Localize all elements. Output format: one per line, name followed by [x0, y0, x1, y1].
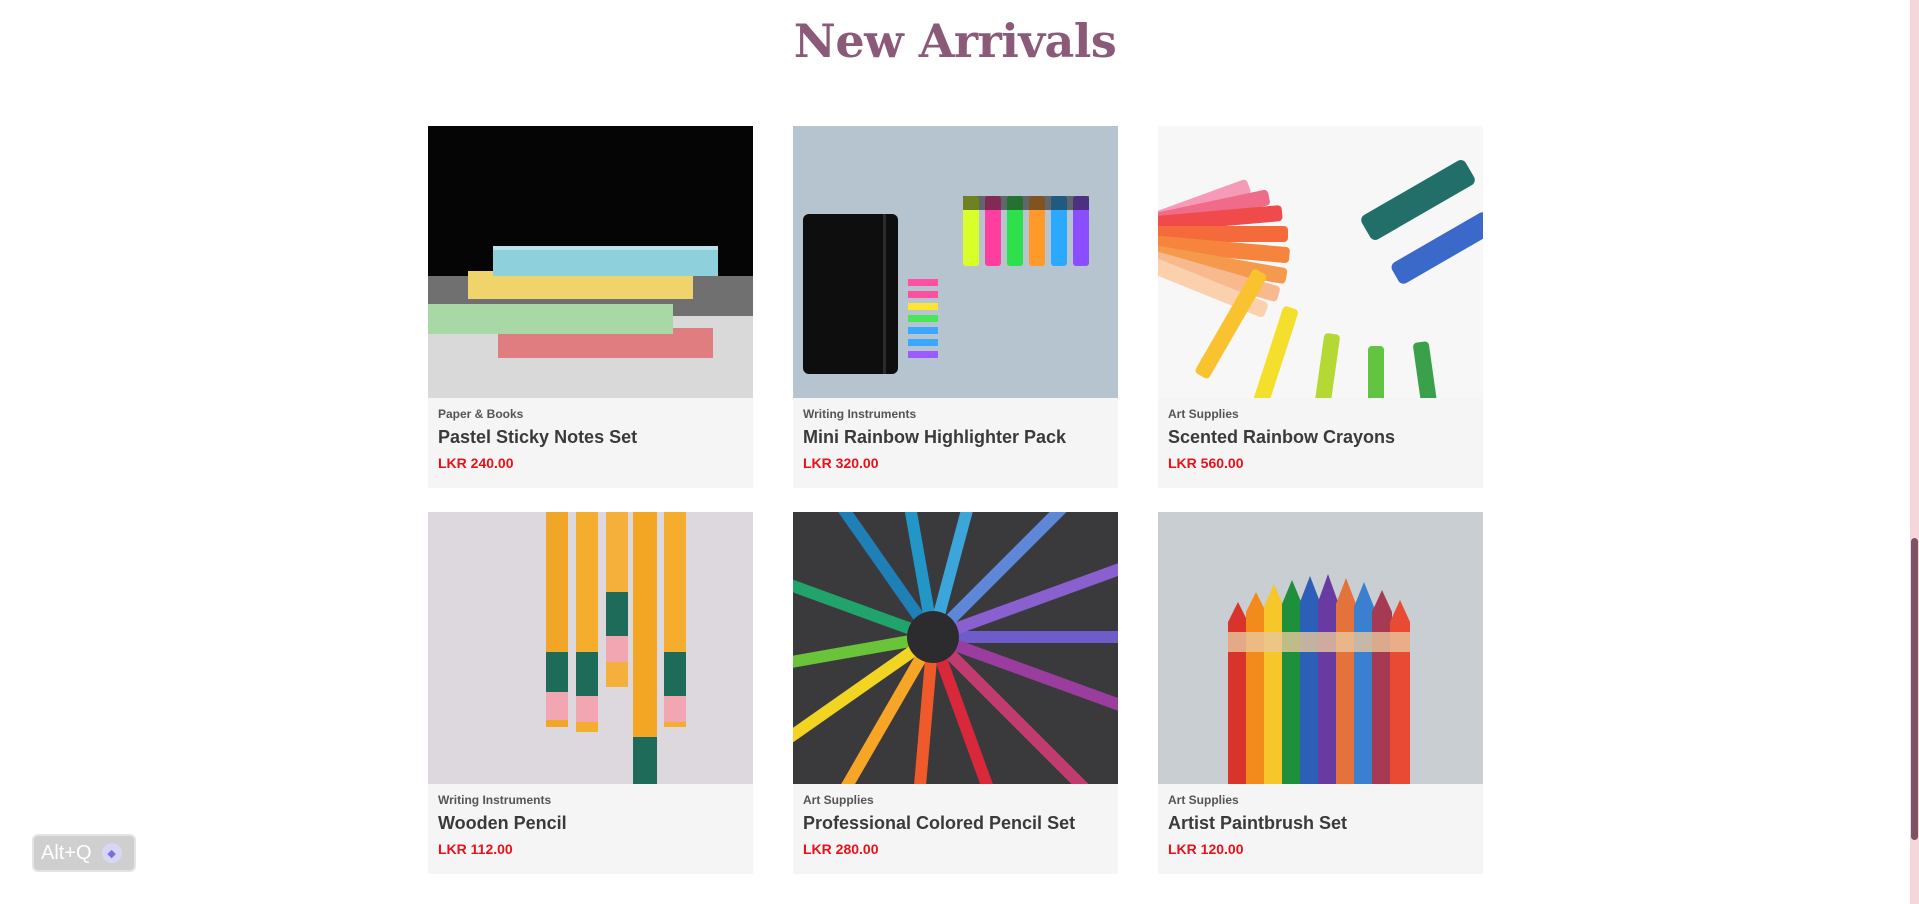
- shortcut-hint-button[interactable]: Alt+Q ◆: [32, 834, 136, 872]
- shortcut-label: Alt+Q: [41, 841, 92, 864]
- assistant-icon: ◆: [101, 843, 122, 863]
- product-price: LKR 320.00: [803, 455, 879, 471]
- product-card[interactable]: Art Supplies Artist Paintbrush Set LKR 1…: [1158, 512, 1483, 874]
- product-price: LKR 280.00: [803, 841, 879, 857]
- product-name[interactable]: Wooden Pencil: [438, 812, 743, 834]
- product-image-sticky-notes[interactable]: [428, 126, 753, 398]
- product-category: Art Supplies: [1168, 407, 1239, 421]
- product-name[interactable]: Mini Rainbow Highlighter Pack: [803, 426, 1108, 448]
- scrollbar-thumb[interactable]: [1911, 538, 1918, 840]
- product-card[interactable]: Writing Instruments Mini Rainbow Highlig…: [793, 126, 1118, 488]
- product-price: LKR 240.00: [438, 455, 514, 471]
- section-title: New Arrivals: [793, 14, 1117, 68]
- product-name[interactable]: Artist Paintbrush Set: [1168, 812, 1473, 834]
- scrollbar[interactable]: [1910, 0, 1919, 904]
- product-image-pencil-wheel[interactable]: [793, 512, 1118, 784]
- product-card[interactable]: Art Supplies Professional Colored Pencil…: [793, 512, 1118, 874]
- product-price: LKR 112.00: [438, 841, 513, 857]
- product-image-crayons[interactable]: [1158, 126, 1483, 398]
- product-image-pencils[interactable]: [428, 512, 753, 784]
- product-price: LKR 120.00: [1168, 841, 1244, 857]
- product-card[interactable]: Writing Instruments Wooden Pencil LKR 11…: [428, 512, 753, 874]
- product-category: Paper & Books: [438, 407, 524, 421]
- product-card[interactable]: Art Supplies Scented Rainbow Crayons LKR…: [1158, 126, 1483, 488]
- product-card[interactable]: Paper & Books Pastel Sticky Notes Set LK…: [428, 126, 753, 488]
- product-category: Art Supplies: [803, 793, 874, 807]
- product-category: Writing Instruments: [803, 407, 917, 421]
- product-grid: Paper & Books Pastel Sticky Notes Set LK…: [428, 126, 1483, 874]
- product-price: LKR 560.00: [1168, 455, 1244, 471]
- product-image-highlighters[interactable]: [793, 126, 1118, 398]
- product-image-pencil-bundle[interactable]: [1158, 512, 1483, 784]
- product-category: Writing Instruments: [438, 793, 552, 807]
- product-category: Art Supplies: [1168, 793, 1239, 807]
- product-name[interactable]: Pastel Sticky Notes Set: [438, 426, 743, 448]
- product-name[interactable]: Scented Rainbow Crayons: [1168, 426, 1473, 448]
- product-name[interactable]: Professional Colored Pencil Set: [803, 812, 1108, 834]
